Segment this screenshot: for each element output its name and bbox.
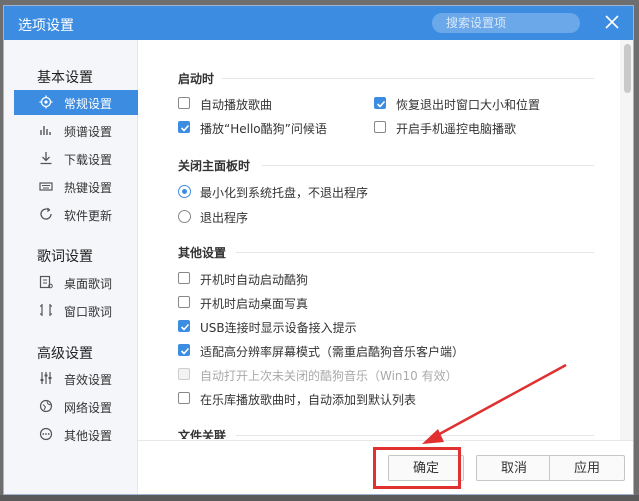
background-strip [0, 495, 639, 501]
annotation-arrow-icon [422, 363, 567, 444]
